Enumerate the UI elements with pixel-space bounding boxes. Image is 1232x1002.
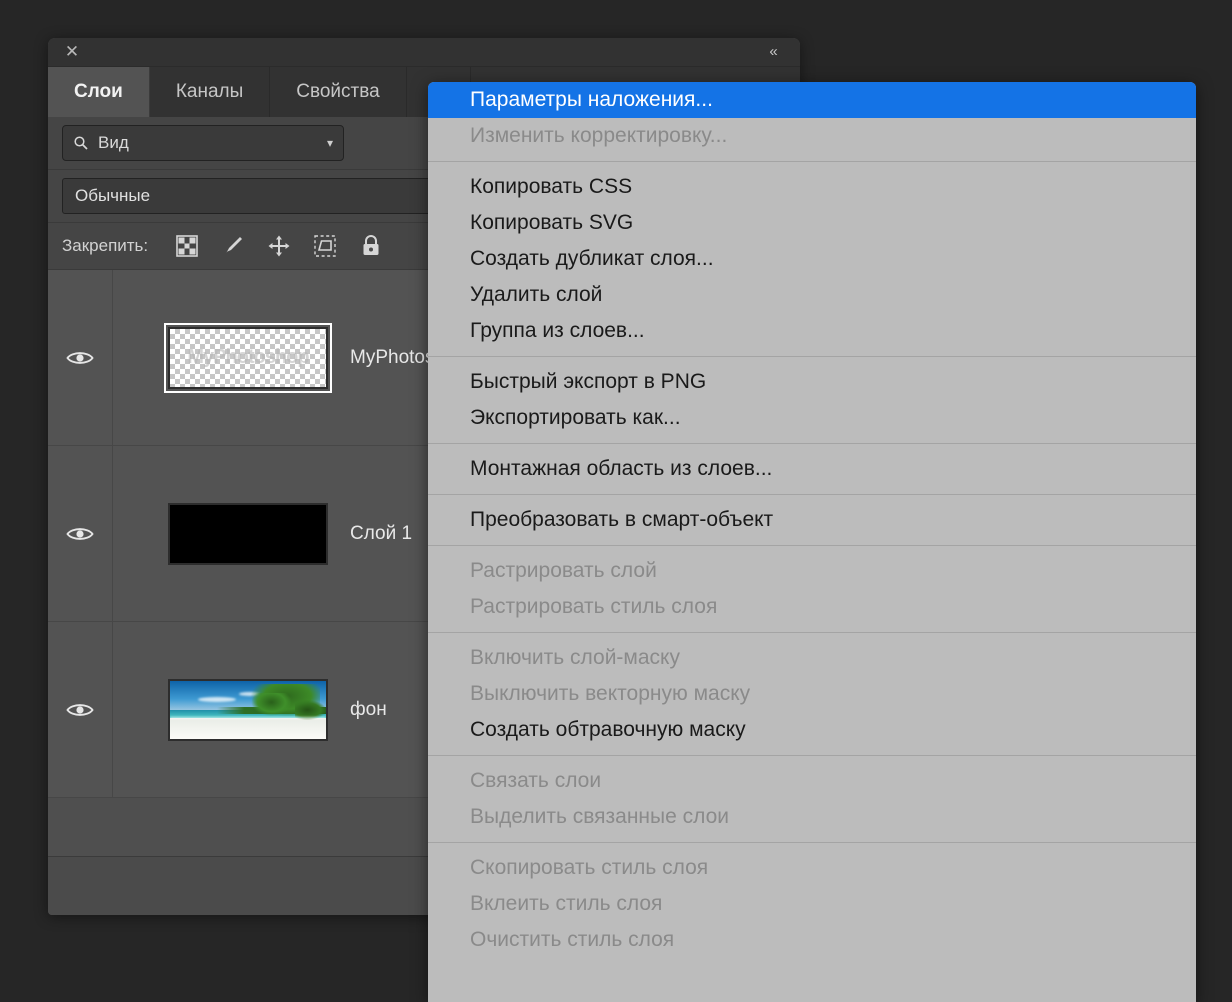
- menu-item: Включить слой-маску: [428, 640, 1196, 676]
- menu-separator: [428, 545, 1196, 546]
- menu-item-label: Скопировать стиль слоя: [470, 856, 708, 880]
- menu-item-label: Создать дубликат слоя...: [470, 247, 714, 271]
- menu-item: Выключить векторную маску: [428, 676, 1196, 712]
- menu-item-label: Выключить векторную маску: [470, 682, 750, 706]
- menu-item-label: Очистить стиль слоя: [470, 928, 674, 952]
- menu-item[interactable]: Преобразовать в смарт-объект: [428, 502, 1196, 538]
- blend-mode-value: Обычные: [75, 186, 150, 206]
- tab-properties-label: Свойства: [296, 81, 379, 103]
- layer-name: Слой 1: [350, 523, 412, 545]
- menu-item-label: Преобразовать в смарт-объект: [470, 508, 773, 532]
- menu-item: Выделить связанные слои: [428, 799, 1196, 835]
- menu-item: Скопировать стиль слоя: [428, 850, 1196, 886]
- menu-separator: [428, 842, 1196, 843]
- tab-channels[interactable]: Каналы: [150, 67, 270, 117]
- menu-item[interactable]: Группа из слоев...: [428, 313, 1196, 349]
- menu-item-label: Создать обтравочную маску: [470, 718, 746, 742]
- tab-channels-label: Каналы: [176, 81, 243, 103]
- layer-visibility-toggle[interactable]: [48, 446, 113, 621]
- menu-item-label: Удалить слой: [470, 283, 602, 307]
- menu-item-label: Связать слои: [470, 769, 601, 793]
- chevron-down-icon: ▾: [327, 136, 333, 150]
- panel-titlebar: ✕ «: [48, 38, 800, 67]
- artboard-nesting-icon[interactable]: [312, 233, 338, 259]
- menu-item-label: Быстрый экспорт в PNG: [470, 370, 706, 394]
- layer-visibility-toggle[interactable]: [48, 270, 113, 445]
- menu-item: Изменить корректировку...: [428, 118, 1196, 154]
- search-icon: [73, 135, 89, 151]
- close-icon[interactable]: ✕: [62, 42, 82, 62]
- tab-properties[interactable]: Свойства: [270, 67, 406, 117]
- menu-item-label: Вклеить стиль слоя: [470, 892, 662, 916]
- collapse-panel-icon[interactable]: «: [760, 43, 786, 61]
- menu-separator: [428, 356, 1196, 357]
- menu-item-label: Группа из слоев...: [470, 319, 645, 343]
- tab-layers[interactable]: Слои: [48, 67, 150, 117]
- menu-item-label: Растрировать слой: [470, 559, 657, 583]
- menu-item-label: Включить слой-маску: [470, 646, 680, 670]
- menu-item-label: Изменить корректировку...: [470, 124, 727, 148]
- transparent-pixels-icon[interactable]: [174, 233, 200, 259]
- paintbrush-icon[interactable]: [220, 233, 246, 259]
- menu-item: Растрировать стиль слоя: [428, 589, 1196, 625]
- eye-icon: [66, 525, 94, 543]
- menu-separator: [428, 494, 1196, 495]
- menu-item[interactable]: Быстрый экспорт в PNG: [428, 364, 1196, 400]
- menu-item-label: Выделить связанные слои: [470, 805, 729, 829]
- menu-separator: [428, 443, 1196, 444]
- eye-icon: [66, 701, 94, 719]
- menu-item[interactable]: Создать дубликат слоя...: [428, 241, 1196, 277]
- lock-label: Закрепить:: [62, 236, 148, 256]
- lock-all-icon[interactable]: [358, 233, 384, 259]
- layer-thumbnail[interactable]: MyPhotoshop: [168, 327, 328, 389]
- menu-separator: [428, 632, 1196, 633]
- layer-thumbnail[interactable]: [168, 503, 328, 565]
- layer-visibility-toggle[interactable]: [48, 622, 113, 797]
- menu-separator: [428, 755, 1196, 756]
- menu-item[interactable]: Параметры наложения...: [428, 82, 1196, 118]
- menu-item[interactable]: Копировать CSS: [428, 169, 1196, 205]
- menu-item-label: Экспортировать как...: [470, 406, 681, 430]
- menu-item-label: Параметры наложения...: [470, 88, 713, 112]
- menu-item[interactable]: Удалить слой: [428, 277, 1196, 313]
- menu-item-label: Копировать SVG: [470, 211, 633, 235]
- tab-layers-label: Слои: [74, 81, 123, 103]
- menu-item: Очистить стиль слоя: [428, 922, 1196, 958]
- menu-item[interactable]: Монтажная область из слоев...: [428, 451, 1196, 487]
- menu-item: Связать слои: [428, 763, 1196, 799]
- menu-item[interactable]: Копировать SVG: [428, 205, 1196, 241]
- menu-item-label: Копировать CSS: [470, 175, 632, 199]
- menu-item-label: Растрировать стиль слоя: [470, 595, 717, 619]
- menu-separator: [428, 161, 1196, 162]
- layer-filter-value: Вид: [98, 133, 129, 153]
- move-icon[interactable]: [266, 233, 292, 259]
- menu-item: Растрировать слой: [428, 553, 1196, 589]
- menu-item-label: Монтажная область из слоев...: [470, 457, 772, 481]
- menu-item[interactable]: Создать обтравочную маску: [428, 712, 1196, 748]
- beach-photo: [170, 681, 326, 739]
- layer-filter-select[interactable]: Вид ▾: [62, 125, 344, 161]
- layer-thumbnail[interactable]: [168, 679, 328, 741]
- menu-item: Вклеить стиль слоя: [428, 886, 1196, 922]
- eye-icon: [66, 349, 94, 367]
- menu-item[interactable]: Экспортировать как...: [428, 400, 1196, 436]
- layer-name: фон: [350, 699, 387, 721]
- layer-context-menu: Параметры наложения... Изменить корректир…: [428, 82, 1196, 1002]
